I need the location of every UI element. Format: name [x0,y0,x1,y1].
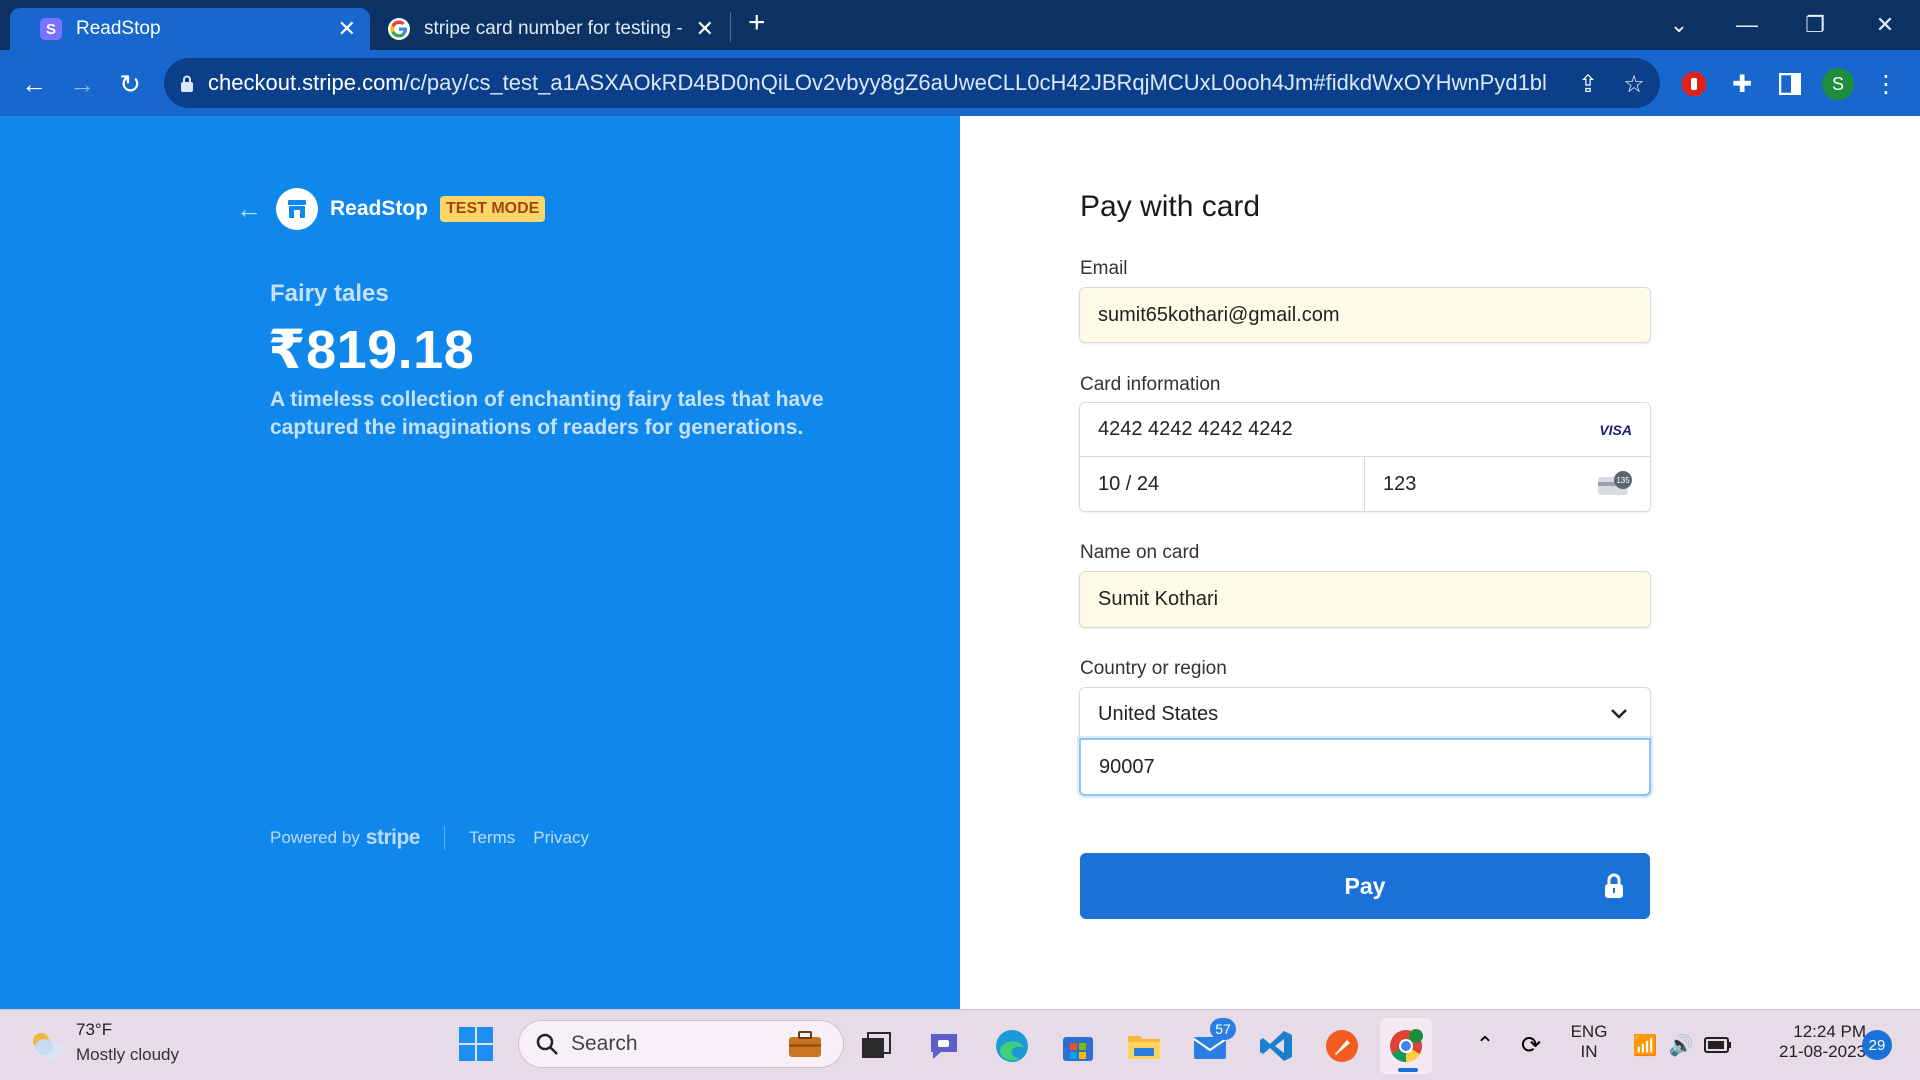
weather-temp[interactable]: 73°F [76,1020,112,1040]
mail-badge: 57 [1210,1018,1236,1040]
wifi-icon[interactable]: 📶 [1630,1030,1660,1060]
merchant-header: ← ReadStop TEST MODE [236,188,546,230]
email-field[interactable]: sumit65kothari@gmail.com [1079,287,1651,343]
side-panel-icon[interactable] [1770,64,1810,104]
teams-chat-icon[interactable] [926,1028,962,1064]
bookmark-star-icon[interactable]: ☆ [1614,64,1654,104]
country-value: United States [1098,702,1219,725]
checkout-footer: Powered by stripe Terms Privacy [270,826,607,850]
lock-icon [1605,873,1623,898]
share-icon[interactable]: ⇪ [1568,64,1608,104]
tab-search-icon[interactable]: ⌄ [1650,0,1708,50]
tab-separator [730,12,731,42]
pay-button[interactable]: Pay [1080,853,1650,919]
taskbar-search[interactable]: Search [518,1020,844,1068]
store-logo-icon [276,188,318,230]
extension-adblock-icon[interactable] [1674,64,1714,104]
volume-icon[interactable]: 🔊 [1666,1030,1696,1060]
file-explorer-icon[interactable] [1124,1026,1164,1066]
name-on-card-field[interactable]: Sumit Kothari [1079,571,1651,628]
url-text: checkout.stripe.com/c/pay/cs_test_a1ASXA… [208,70,1548,95]
zip-field[interactable]: 90007 [1079,738,1651,796]
lock-icon [181,75,193,92]
search-placeholder: Search [571,1032,638,1055]
clock[interactable]: 12:24 PM 21-08-2023 [1742,1022,1866,1062]
sync-icon[interactable]: ⟳ [1516,1030,1546,1060]
forward-button[interactable]: → [62,64,102,104]
task-view-icon[interactable] [858,1028,894,1064]
weather-desc[interactable]: Mostly cloudy [76,1045,179,1065]
product-description: A timeless collection of enchanting fair… [270,388,824,439]
cvc-field[interactable]: 123 135 [1364,456,1651,512]
battery-icon[interactable] [1702,1030,1734,1060]
google-icon [388,18,410,40]
card-number-field[interactable]: 4242 4242 4242 4242 VISA [1079,402,1651,457]
edge-browser-icon[interactable] [992,1026,1032,1066]
weather-cloud-icon[interactable] [26,1028,68,1062]
tab-title: stripe card number for testing - C [424,18,684,39]
terms-link[interactable]: Terms [469,828,515,848]
vscode-icon[interactable] [1256,1026,1296,1066]
card-number-value: 4242 4242 4242 4242 [1098,418,1293,440]
language-indicator[interactable]: ENG IN [1562,1022,1616,1062]
browser-menu-icon[interactable]: ⋮ [1866,64,1906,104]
close-window-button[interactable]: ✕ [1856,0,1914,50]
minimize-button[interactable]: — [1718,0,1776,50]
zip-value: 90007 [1099,755,1155,778]
chrome-icon[interactable] [1386,1026,1426,1066]
cvc-value: 123 [1383,472,1417,495]
briefcase-icon [787,1029,823,1059]
visa-icon: VISA [1599,421,1632,438]
expiry-value: 10 / 24 [1098,472,1160,495]
show-hidden-icons-chevron-icon[interactable]: ⌃ [1470,1030,1500,1060]
reload-button[interactable]: ↻ [110,64,150,104]
windows-start-icon[interactable] [456,1024,496,1064]
country-select[interactable]: United States [1079,687,1651,741]
email-label: Email [1080,258,1128,279]
readstop-favicon-icon: S [40,18,62,40]
pay-label: Pay [1344,872,1386,899]
profile-avatar[interactable]: S [1818,64,1858,104]
close-tab-icon[interactable]: ✕ [696,16,714,42]
restore-button[interactable]: ❐ [1786,0,1844,50]
privacy-link[interactable]: Privacy [533,828,589,848]
back-arrow-icon[interactable]: ← [236,194,262,225]
name-on-card-label: Name on card [1080,542,1200,563]
search-icon [536,1033,558,1055]
product-price: ₹819.18 [268,320,475,380]
tab-title: ReadStop [76,18,161,39]
powered-by-label: Powered by [270,828,360,847]
chevron-down-icon [1611,709,1627,719]
address-bar[interactable]: checkout.stripe.com/c/pay/cs_test_a1ASXA… [164,58,1660,108]
close-tab-icon[interactable]: ✕ [338,16,356,42]
email-value: sumit65kothari@gmail.com [1098,303,1340,326]
card-info-label: Card information [1080,374,1221,395]
merchant-name[interactable]: ReadStop [330,197,428,221]
stripe-logo[interactable]: stripe [366,826,421,850]
active-app-indicator [1398,1068,1418,1072]
microsoft-store-icon[interactable] [1058,1026,1098,1066]
cvc-card-icon: 135 [1598,471,1632,495]
country-label: Country or region [1080,658,1227,679]
tab-readstop[interactable]: S ReadStop ✕ [10,8,370,50]
notification-badge[interactable]: 29 [1862,1030,1892,1060]
new-tab-button[interactable]: + [748,6,766,40]
order-summary-panel [0,116,960,1009]
back-button[interactable]: ← [14,64,54,104]
paint-app-icon[interactable] [1322,1026,1362,1066]
tab-stripe-search[interactable]: stripe card number for testing - C ✕ [376,8,728,50]
name-value: Sumit Kothari [1098,588,1219,610]
footer-divider [443,826,445,850]
product-name: Fairy tales [270,280,389,307]
payment-heading: Pay with card [1080,190,1261,223]
extensions-puzzle-icon[interactable]: ✚ [1722,64,1762,104]
expiry-field[interactable]: 10 / 24 [1079,456,1365,512]
test-mode-badge: TEST MODE [440,196,546,222]
